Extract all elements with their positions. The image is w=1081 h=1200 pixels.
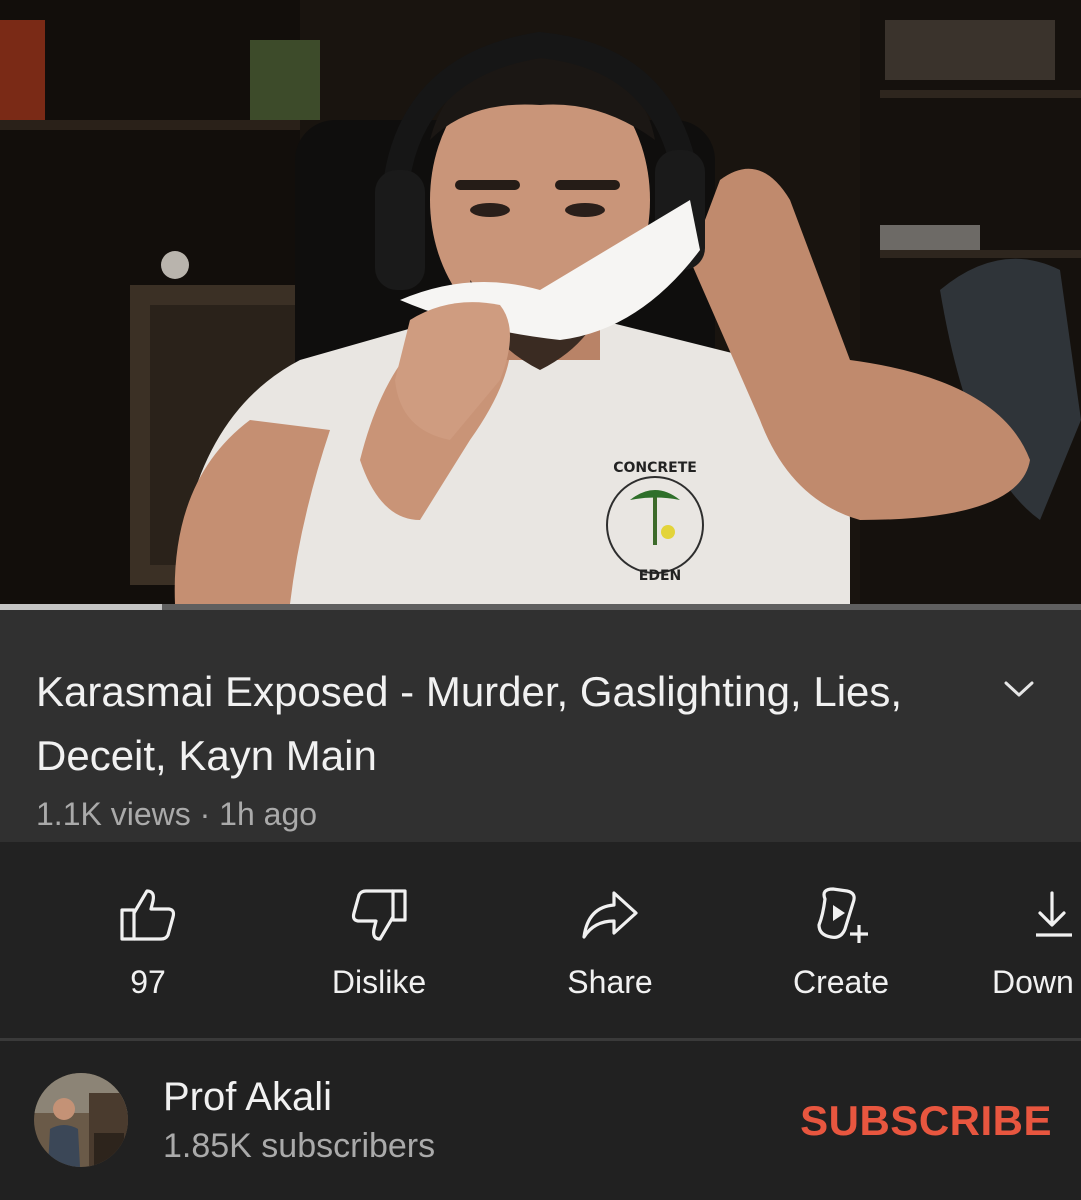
like-count: 97 — [130, 964, 166, 1000]
download-icon — [1036, 891, 1072, 937]
create-icon — [817, 887, 868, 943]
video-frame: CONCRETE EDEN — [0, 0, 1081, 604]
expand-button[interactable] — [996, 666, 1042, 712]
create-button[interactable]: Create — [741, 884, 941, 1004]
channel-name[interactable]: Prof Akali — [163, 1075, 332, 1120]
shirt-text-bottom: EDEN — [639, 568, 681, 584]
share-label: Share — [567, 964, 653, 1000]
channel-row[interactable]: Prof Akali 1.85K subscribers SUBSCRIBE — [0, 1041, 1081, 1200]
thumbs-up-icon — [120, 889, 176, 941]
subscribe-button[interactable]: SUBSCRIBE — [780, 1093, 1052, 1149]
share-button[interactable]: Share — [510, 884, 710, 1004]
dislike-label: Dislike — [331, 964, 427, 1000]
chevron-down-icon — [1004, 681, 1034, 697]
like-button[interactable]: 97 — [48, 884, 248, 1004]
video-player[interactable]: CONCRETE EDEN — [0, 0, 1081, 610]
subscriber-count: 1.85K subscribers — [163, 1127, 436, 1165]
action-bar: 97 Dislike Share Create Down — [0, 842, 1081, 1038]
video-meta: 1.1K views · 1h ago — [36, 796, 318, 832]
avatar[interactable] — [34, 1073, 128, 1167]
download-label: Down — [992, 964, 1074, 1000]
thumbs-down-icon — [351, 889, 407, 941]
video-title[interactable]: Karasmai Exposed - Murder, Gaslighting, … — [36, 660, 936, 788]
shirt-text-top: CONCRETE — [613, 460, 697, 476]
dislike-button[interactable]: Dislike — [279, 884, 479, 1004]
create-label: Create — [792, 964, 890, 1000]
video-info[interactable]: Karasmai Exposed - Murder, Gaslighting, … — [0, 610, 1081, 842]
share-icon — [582, 891, 638, 939]
download-button[interactable]: Down — [972, 884, 1081, 1004]
